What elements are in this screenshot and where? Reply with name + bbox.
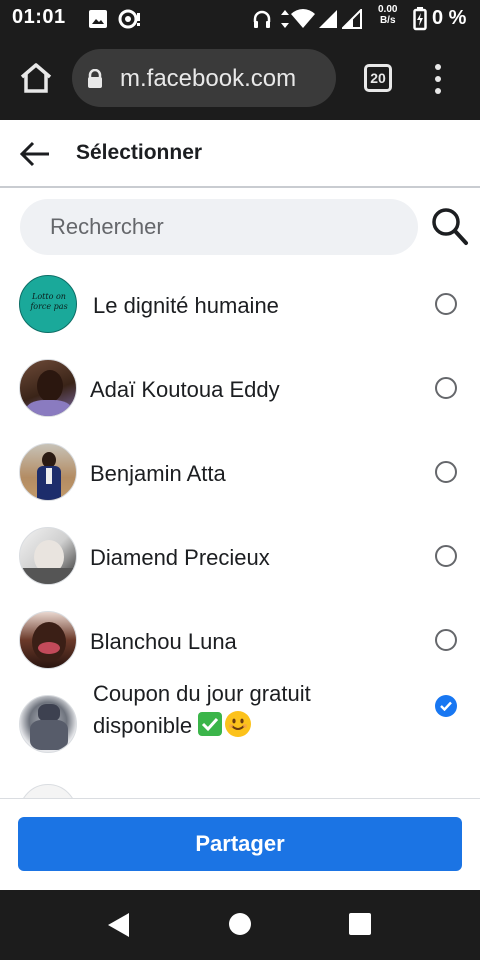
avatar: Lotto on force pas (19, 275, 77, 333)
radio-icon[interactable] (435, 695, 457, 717)
system-nav-bar (0, 890, 480, 960)
radio-icon[interactable] (435, 377, 457, 399)
contact-name: Adaï Koutoua Eddy (90, 377, 280, 402)
tabs-button[interactable]: 20 (364, 64, 392, 92)
avatar-text-line2: force pas (30, 302, 68, 311)
contact-list: Lotto on force pas Le dignité humaine Ad… (0, 262, 480, 798)
gallery-icon (88, 9, 108, 34)
page-title: Sélectionner (76, 141, 203, 164)
headphones-icon (252, 9, 272, 34)
signal-icon-2 (340, 7, 362, 34)
address-bar[interactable]: m.facebook.com (72, 49, 336, 107)
status-bar: 01:01 0.00 B/s 0 % (0, 0, 480, 38)
list-item[interactable]: Blanchou Luna (0, 598, 480, 682)
lock-icon (86, 68, 104, 94)
list-item[interactable]: Adaï Koutoua Eddy (0, 346, 480, 430)
contact-name: Blanchou Luna (90, 629, 237, 654)
url-text: m.facebook.com (120, 65, 297, 92)
radio-icon[interactable] (435, 293, 457, 315)
footer: Partager (0, 798, 480, 890)
check-mark-emoji-icon (198, 712, 223, 736)
avatar (19, 611, 77, 669)
avatar (19, 695, 77, 753)
net-speed-value: 0.00 (378, 4, 398, 15)
battery-percent: 0 % (432, 7, 467, 29)
nav-back-icon[interactable] (106, 912, 130, 938)
nav-home-icon[interactable] (229, 913, 251, 935)
contact-name: Benjamin Atta (90, 461, 226, 486)
check-icon (440, 701, 452, 711)
tab-count: 20 (370, 70, 386, 86)
radio-icon[interactable] (435, 545, 457, 567)
avatar (19, 527, 77, 585)
contact-name: Diamend Precieux (90, 545, 270, 570)
search-button[interactable] (430, 205, 470, 247)
contact-name-line1: Coupon du jour gratuit (93, 681, 311, 706)
home-button[interactable] (18, 62, 54, 98)
browser-toolbar: m.facebook.com 20 (0, 38, 480, 120)
contact-name-line2: disponible (93, 713, 193, 738)
status-time: 01:01 (12, 6, 66, 28)
radio-icon[interactable] (435, 461, 457, 483)
share-button[interactable]: Partager (18, 817, 462, 871)
signal-icon-1 (318, 9, 338, 34)
contact-name: Coupon du jour gratuit disponible (93, 678, 393, 742)
overflow-menu-icon[interactable] (430, 64, 446, 94)
net-speed-unit: B/s (379, 15, 396, 26)
wifi-icon (290, 9, 316, 34)
messenger-notification-icon (118, 9, 142, 34)
nav-recents-icon[interactable] (349, 913, 371, 935)
battery-icon (413, 7, 427, 36)
home-icon (20, 63, 52, 93)
radio-icon[interactable] (435, 629, 457, 651)
data-transfer-icon (280, 9, 290, 34)
search-icon (432, 208, 468, 245)
avatar-text-line1: Lotto on (32, 292, 66, 301)
search-input[interactable] (20, 199, 418, 255)
avatar (19, 359, 77, 417)
list-item[interactable]: Benjamin Atta (0, 430, 480, 514)
back-button[interactable] (18, 138, 54, 170)
contact-name: Le dignité humaine (93, 293, 279, 318)
page-header: Sélectionner (0, 120, 480, 188)
list-item[interactable]: Lotto on force pas Le dignité humaine (0, 262, 480, 346)
avatar (19, 443, 77, 501)
back-arrow-icon (19, 141, 49, 167)
avatar (19, 784, 77, 798)
list-item[interactable] (0, 766, 480, 798)
list-item[interactable]: Diamend Precieux (0, 514, 480, 598)
smiling-face-emoji-icon (225, 711, 252, 737)
net-speed: 0.00 B/s (378, 4, 397, 26)
list-item[interactable]: Coupon du jour gratuit disponible (0, 681, 480, 766)
